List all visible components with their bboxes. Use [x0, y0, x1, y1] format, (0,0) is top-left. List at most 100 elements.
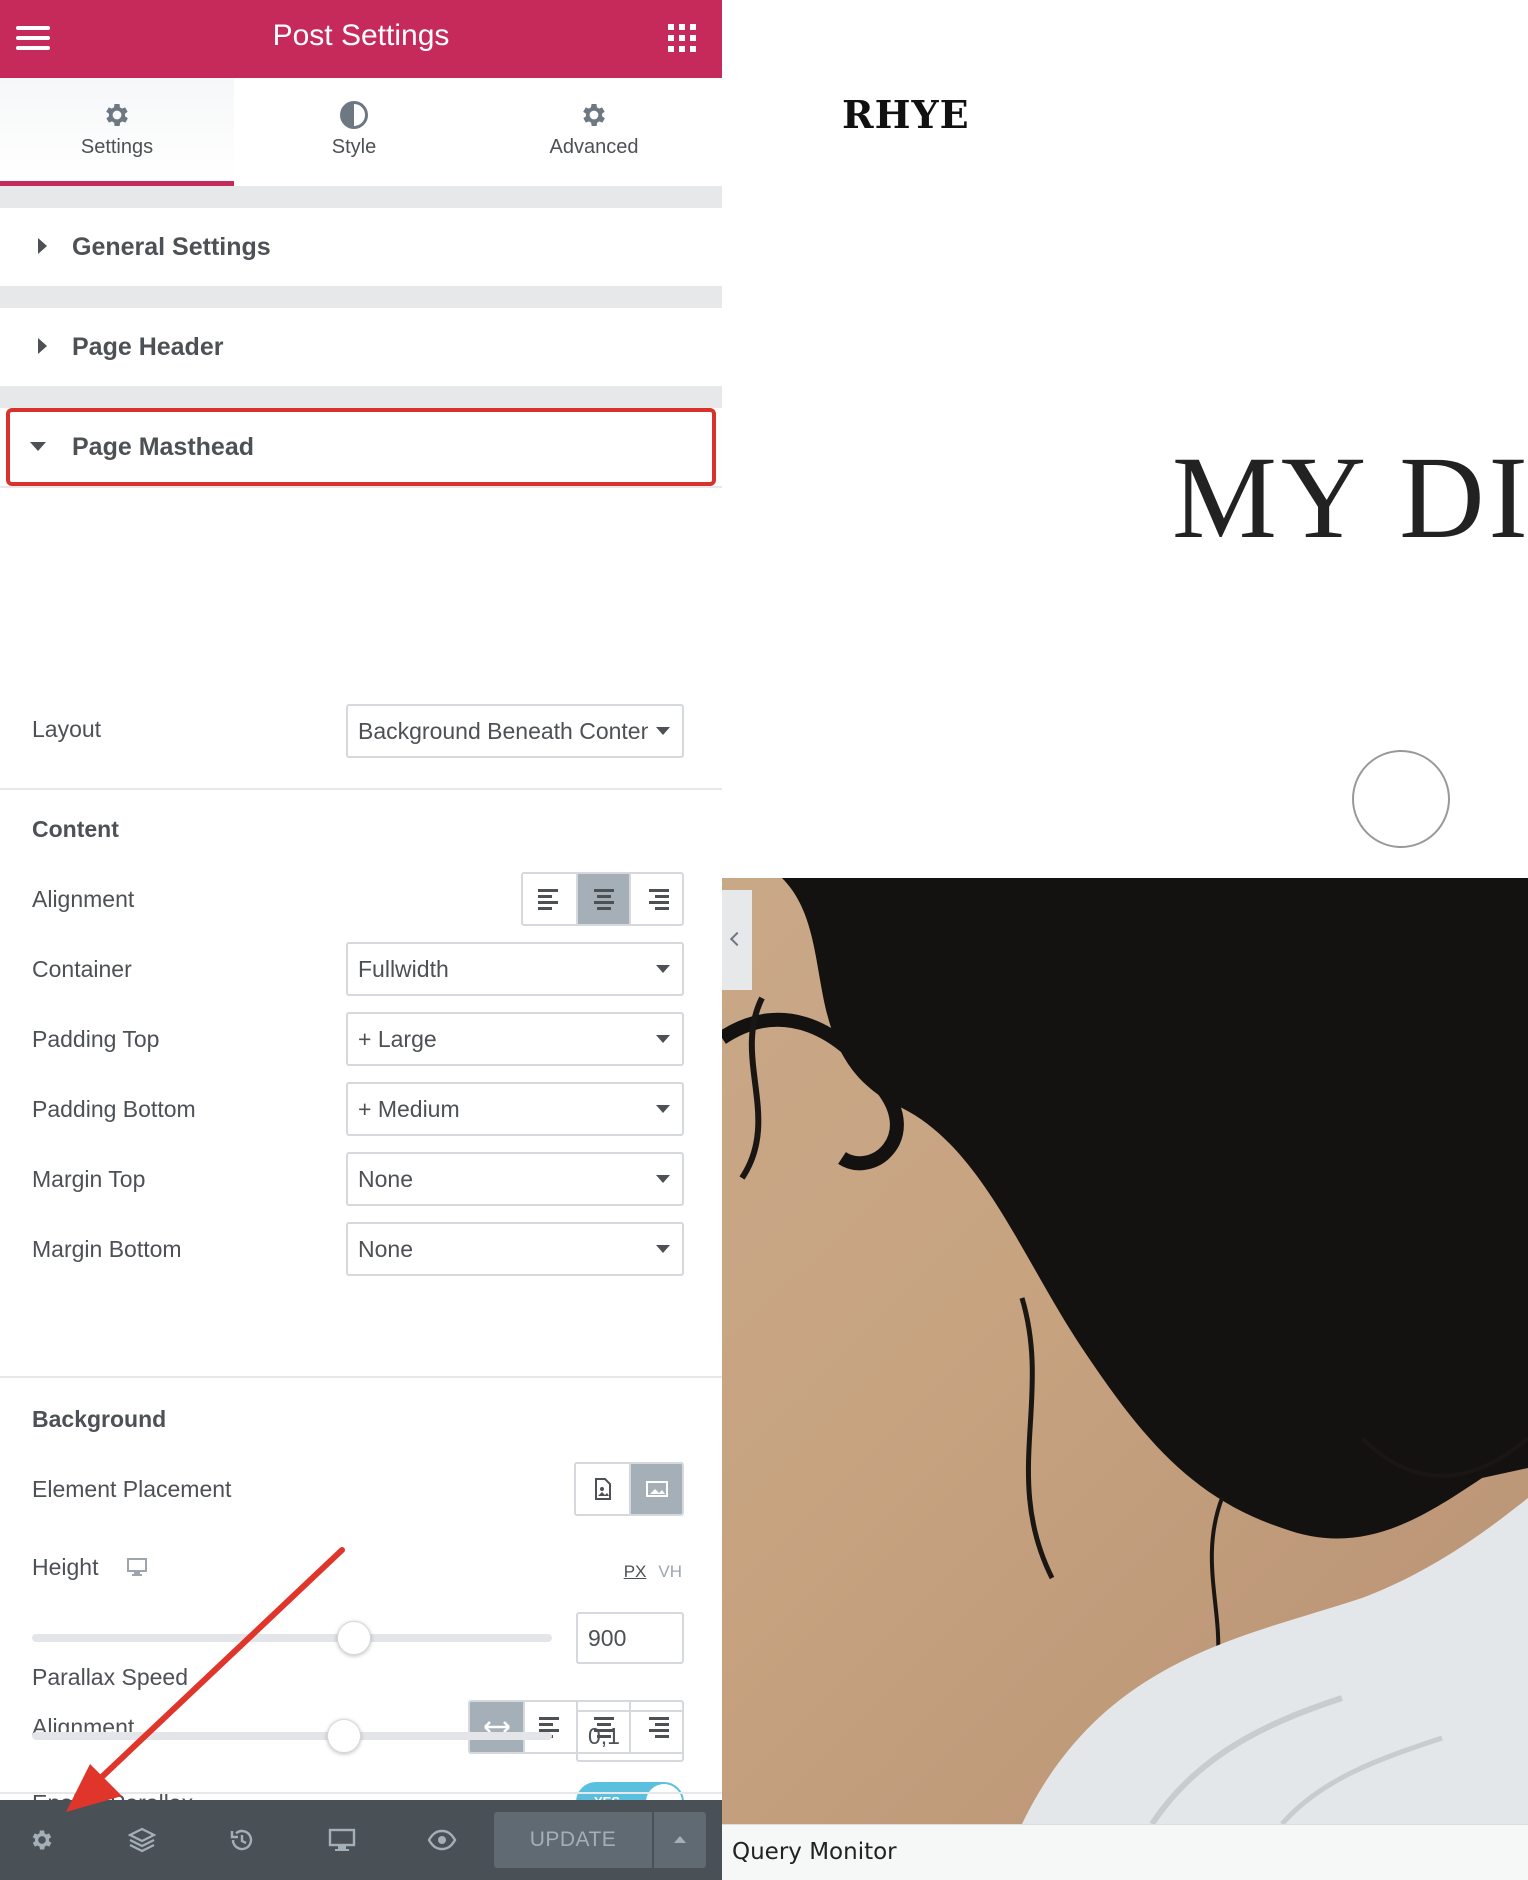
caret-up-icon [674, 1836, 686, 1843]
update-button[interactable]: UPDATE [494, 1812, 652, 1868]
widgets-grid-icon[interactable] [668, 24, 696, 52]
align-right-button[interactable] [629, 874, 682, 924]
page-preview: RHYE MY DIG Query Monitor [722, 0, 1528, 1880]
tab-label: Settings [80, 136, 154, 158]
editor-panel: Post Settings Settings Style Advanced Ge… [0, 0, 722, 1880]
section-page-masthead[interactable]: Page Masthead [0, 408, 722, 486]
placement-image-button[interactable] [629, 1464, 682, 1514]
content-heading: Content [32, 816, 119, 842]
select-value: None [358, 1236, 413, 1262]
align-left-button[interactable] [523, 1702, 576, 1752]
hair-photo-illustration [722, 878, 1528, 1824]
margin-bottom-label: Margin Bottom [32, 1236, 182, 1262]
placement-document-button[interactable] [576, 1464, 629, 1514]
query-monitor-bar[interactable]: Query Monitor [722, 1824, 1528, 1880]
align-left-icon [537, 886, 562, 913]
tab-label: Advanced [549, 136, 639, 158]
slider-handle[interactable] [337, 1621, 372, 1655]
caret-right-icon [38, 338, 47, 354]
panel-tabs: Settings Style Advanced [0, 78, 722, 186]
unit-px[interactable]: PX [624, 1562, 647, 1581]
preview-button[interactable] [424, 1822, 460, 1858]
unit-switcher: PX VH [612, 1562, 682, 1582]
chevron-down-icon [656, 1245, 670, 1253]
tab-advanced[interactable]: Advanced [474, 78, 714, 186]
update-options-button[interactable] [654, 1812, 706, 1868]
section-page-header[interactable]: Page Header [0, 308, 722, 386]
select-value: None [358, 1166, 413, 1192]
hero-title: MY DIG [1172, 432, 1528, 563]
desktop-icon [328, 1828, 356, 1851]
responsive-mode-button[interactable] [324, 1822, 360, 1858]
padding-top-label: Padding Top [32, 1026, 160, 1052]
tab-label: Style [331, 136, 377, 158]
section-title: Page Header [72, 333, 224, 361]
gear-icon [583, 104, 605, 126]
unit-vh[interactable]: VH [658, 1562, 682, 1581]
desktop-responsive-icon[interactable] [126, 1556, 148, 1578]
site-logo[interactable]: RHYE [842, 92, 970, 137]
divider [0, 1376, 722, 1378]
align-left-button[interactable] [523, 874, 576, 924]
padding-bottom-select[interactable]: + Medium [346, 1082, 684, 1136]
chevron-left-icon [729, 931, 745, 947]
settings-gear-button[interactable] [24, 1822, 60, 1858]
parallax-speed-label: Parallax Speed [32, 1664, 188, 1690]
margin-top-label: Margin Top [32, 1166, 146, 1192]
select-value: + Large [358, 1026, 437, 1052]
chevron-down-icon [656, 1175, 670, 1183]
container-label: Container [32, 956, 132, 982]
gear-icon [106, 104, 128, 126]
panel-header: Post Settings [0, 0, 722, 78]
padding-top-select[interactable]: + Large [346, 1012, 684, 1066]
background-heading: Background [32, 1406, 167, 1432]
layers-icon [128, 1827, 156, 1853]
caret-right-icon [38, 238, 47, 254]
align-right-icon [645, 886, 669, 913]
element-placement-label: Element Placement [32, 1476, 232, 1502]
padding-bottom-label: Padding Bottom [32, 1096, 196, 1122]
history-button[interactable] [224, 1822, 260, 1858]
eye-icon [427, 1829, 457, 1851]
image-icon [645, 1481, 668, 1497]
bottom-toolbar: UPDATE [0, 1800, 722, 1880]
history-icon [230, 1829, 253, 1851]
chevron-down-icon [656, 1105, 670, 1113]
tab-settings[interactable]: Settings [0, 78, 234, 186]
chevron-down-icon [656, 727, 670, 735]
caret-down-icon [30, 442, 46, 451]
select-value: + Medium [358, 1096, 460, 1122]
height-input[interactable]: 900 [576, 1612, 684, 1664]
slider-handle[interactable] [327, 1719, 361, 1753]
margin-bottom-select[interactable]: None [346, 1222, 684, 1276]
layout-select[interactable]: Background Beneath Content [346, 704, 684, 758]
parallax-speed-input[interactable]: 0,1 [576, 1710, 684, 1762]
align-center-button[interactable] [576, 874, 629, 924]
collapse-panel-button[interactable] [722, 890, 752, 990]
container-select[interactable]: Fullwidth [346, 942, 684, 996]
divider [0, 1792, 722, 1794]
masthead-background-image [722, 878, 1528, 1824]
panel-title: Post Settings [272, 19, 450, 52]
height-slider[interactable] [32, 1621, 552, 1655]
chevron-down-icon [656, 965, 670, 973]
navigator-button[interactable] [124, 1822, 160, 1858]
select-value: Background Beneath Content [358, 718, 648, 744]
divider [0, 788, 722, 790]
tab-style[interactable]: Style [234, 78, 474, 186]
scroll-down-circle[interactable] [1352, 750, 1450, 848]
margin-top-select[interactable]: None [346, 1152, 684, 1206]
half-circle-icon [340, 101, 368, 129]
alignment-group [521, 872, 684, 926]
section-title: Page Masthead [72, 433, 255, 461]
section-general-settings[interactable]: General Settings [0, 208, 722, 286]
chevron-down-icon [656, 1035, 670, 1043]
align-center-icon [592, 886, 616, 913]
select-value: Fullwidth [358, 956, 449, 982]
document-image-icon [594, 1478, 611, 1500]
parallax-speed-slider[interactable] [32, 1719, 552, 1753]
align-stretch-button[interactable] [470, 1702, 523, 1752]
height-label: Height [32, 1554, 99, 1580]
panel-content: General Settings Page Header Page Masthe… [0, 186, 722, 1822]
section-title: General Settings [72, 233, 271, 261]
